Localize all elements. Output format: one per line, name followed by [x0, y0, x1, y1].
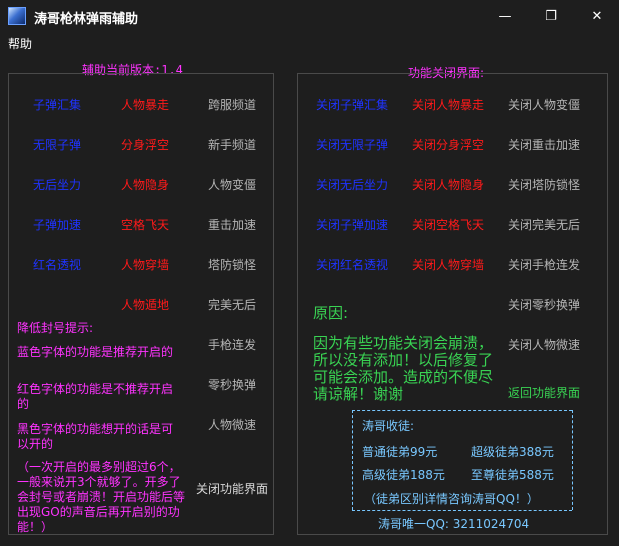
feature-bullet-gather[interactable]: 子弹汇集 — [33, 96, 81, 113]
close-character-rampage[interactable]: 关闭人物暴走 — [412, 96, 484, 113]
close-clone-float[interactable]: 关闭分身浮空 — [412, 136, 484, 153]
close-bullet-gather[interactable]: 关闭子弹汇集 — [316, 96, 388, 113]
feature-pistol-rapid[interactable]: 手枪连发 — [208, 336, 256, 353]
maximize-button[interactable]: ❐ — [528, 0, 574, 32]
window-title: 涛哥枪林弹雨辅助 — [34, 12, 139, 27]
close-wall-through[interactable]: 关闭人物穿墙 — [412, 256, 484, 273]
close-heavy-hit-speed[interactable]: 关闭重击加速 — [508, 136, 580, 153]
feature-cross-server-channel[interactable]: 跨服频道 — [208, 96, 256, 113]
feature-red-name-esp[interactable]: 红名透视 — [33, 256, 81, 273]
feature-bullet-speed[interactable]: 子弹加速 — [33, 216, 81, 233]
close-no-recoil[interactable]: 关闭无后坐力 — [316, 176, 388, 193]
feature-infinite-ammo[interactable]: 无限子弹 — [33, 136, 81, 153]
apprentice-advanced: 高级徒弟188元 — [362, 468, 445, 482]
apprentice-super: 超级徒弟388元 — [471, 445, 554, 459]
close-bullet-speed[interactable]: 关闭子弹加速 — [316, 216, 388, 233]
tip-blue: 蓝色字体的功能是推荐开启的 — [17, 345, 174, 359]
promo-border-left — [352, 410, 353, 510]
feature-heavy-hit-speed[interactable]: 重击加速 — [208, 216, 256, 233]
tip-red: 红色字体的功能是不推荐开启的 — [17, 382, 174, 411]
close-micro-speed[interactable]: 关闭人物微速 — [508, 336, 580, 353]
title-bar: 涛哥枪林弹雨辅助 — ❐ ✕ — [0, 0, 619, 32]
close-feature-panel-button[interactable]: 关闭功能界面 — [196, 480, 268, 497]
close-pistol-rapid[interactable]: 关闭手枪连发 — [508, 256, 580, 273]
feature-perfect-no-recoil[interactable]: 完美无后 — [208, 296, 256, 313]
feature-character-freeze[interactable]: 人物变僵 — [208, 176, 256, 193]
feature-no-recoil[interactable]: 无后坐力 — [33, 176, 81, 193]
promo-border-bottom — [352, 510, 572, 511]
close-invisibility[interactable]: 关闭人物隐身 — [412, 176, 484, 193]
close-perfect-no-recoil[interactable]: 关闭完美无后 — [508, 216, 580, 233]
close-button[interactable]: ✕ — [574, 0, 619, 32]
apprentice-title: 涛哥收徒: — [362, 419, 415, 433]
close-tower-lock[interactable]: 关闭塔防锁怪 — [508, 176, 580, 193]
feature-space-fly[interactable]: 空格飞天 — [121, 216, 169, 233]
close-red-name-esp[interactable]: 关闭红名透视 — [316, 256, 388, 273]
feature-instant-reload[interactable]: 零秒换弹 — [208, 376, 256, 393]
back-to-feature-panel-button[interactable]: 返回功能界面 — [508, 384, 580, 401]
promo-border-right — [572, 410, 573, 510]
close-space-fly[interactable]: 关闭空格飞天 — [412, 216, 484, 233]
feature-micro-speed[interactable]: 人物微速 — [208, 416, 256, 433]
menu-bar: 帮助 — [0, 32, 619, 54]
feature-underground[interactable]: 人物遁地 — [121, 296, 169, 313]
close-instant-reload[interactable]: 关闭零秒换弹 — [508, 296, 580, 313]
menu-help[interactable]: 帮助 — [8, 35, 32, 52]
tip-warning: （一次开启的最多别超过6个，一般来说开3个就够了。开多了会封号或者崩溃！开启功能… — [17, 460, 186, 534]
feature-character-rampage[interactable]: 人物暴走 — [121, 96, 169, 113]
feature-invisibility[interactable]: 人物隐身 — [121, 176, 169, 193]
reason-text: 因为有些功能关闭会崩溃，所以没有添加！以后修复了可能会添加。造成的不便尽请谅解！… — [313, 334, 494, 403]
apprentice-normal: 普通徒弟99元 — [362, 445, 438, 459]
close-infinite-ammo[interactable]: 关闭无限子弹 — [316, 136, 388, 153]
feature-clone-float[interactable]: 分身浮空 — [121, 136, 169, 153]
feature-newbie-channel[interactable]: 新手频道 — [208, 136, 256, 153]
minimize-button[interactable]: — — [482, 0, 528, 32]
apprentice-note: （徒弟区别详情咨询涛哥QQ！） — [364, 492, 539, 506]
tip-title: 降低封号提示: — [17, 321, 94, 335]
close-character-freeze[interactable]: 关闭人物变僵 — [508, 96, 580, 113]
reason-title: 原因: — [313, 304, 349, 322]
apprentice-supreme: 至尊徒弟588元 — [471, 468, 554, 482]
app-icon — [8, 7, 26, 25]
promo-border-top — [352, 410, 572, 411]
qq-contact: 涛哥唯一QQ: 3211024704 — [378, 517, 530, 531]
tip-black: 黑色字体的功能想开的话是可以开的 — [17, 422, 174, 451]
feature-tower-lock[interactable]: 塔防锁怪 — [208, 256, 256, 273]
feature-wall-through[interactable]: 人物穿墙 — [121, 256, 169, 273]
